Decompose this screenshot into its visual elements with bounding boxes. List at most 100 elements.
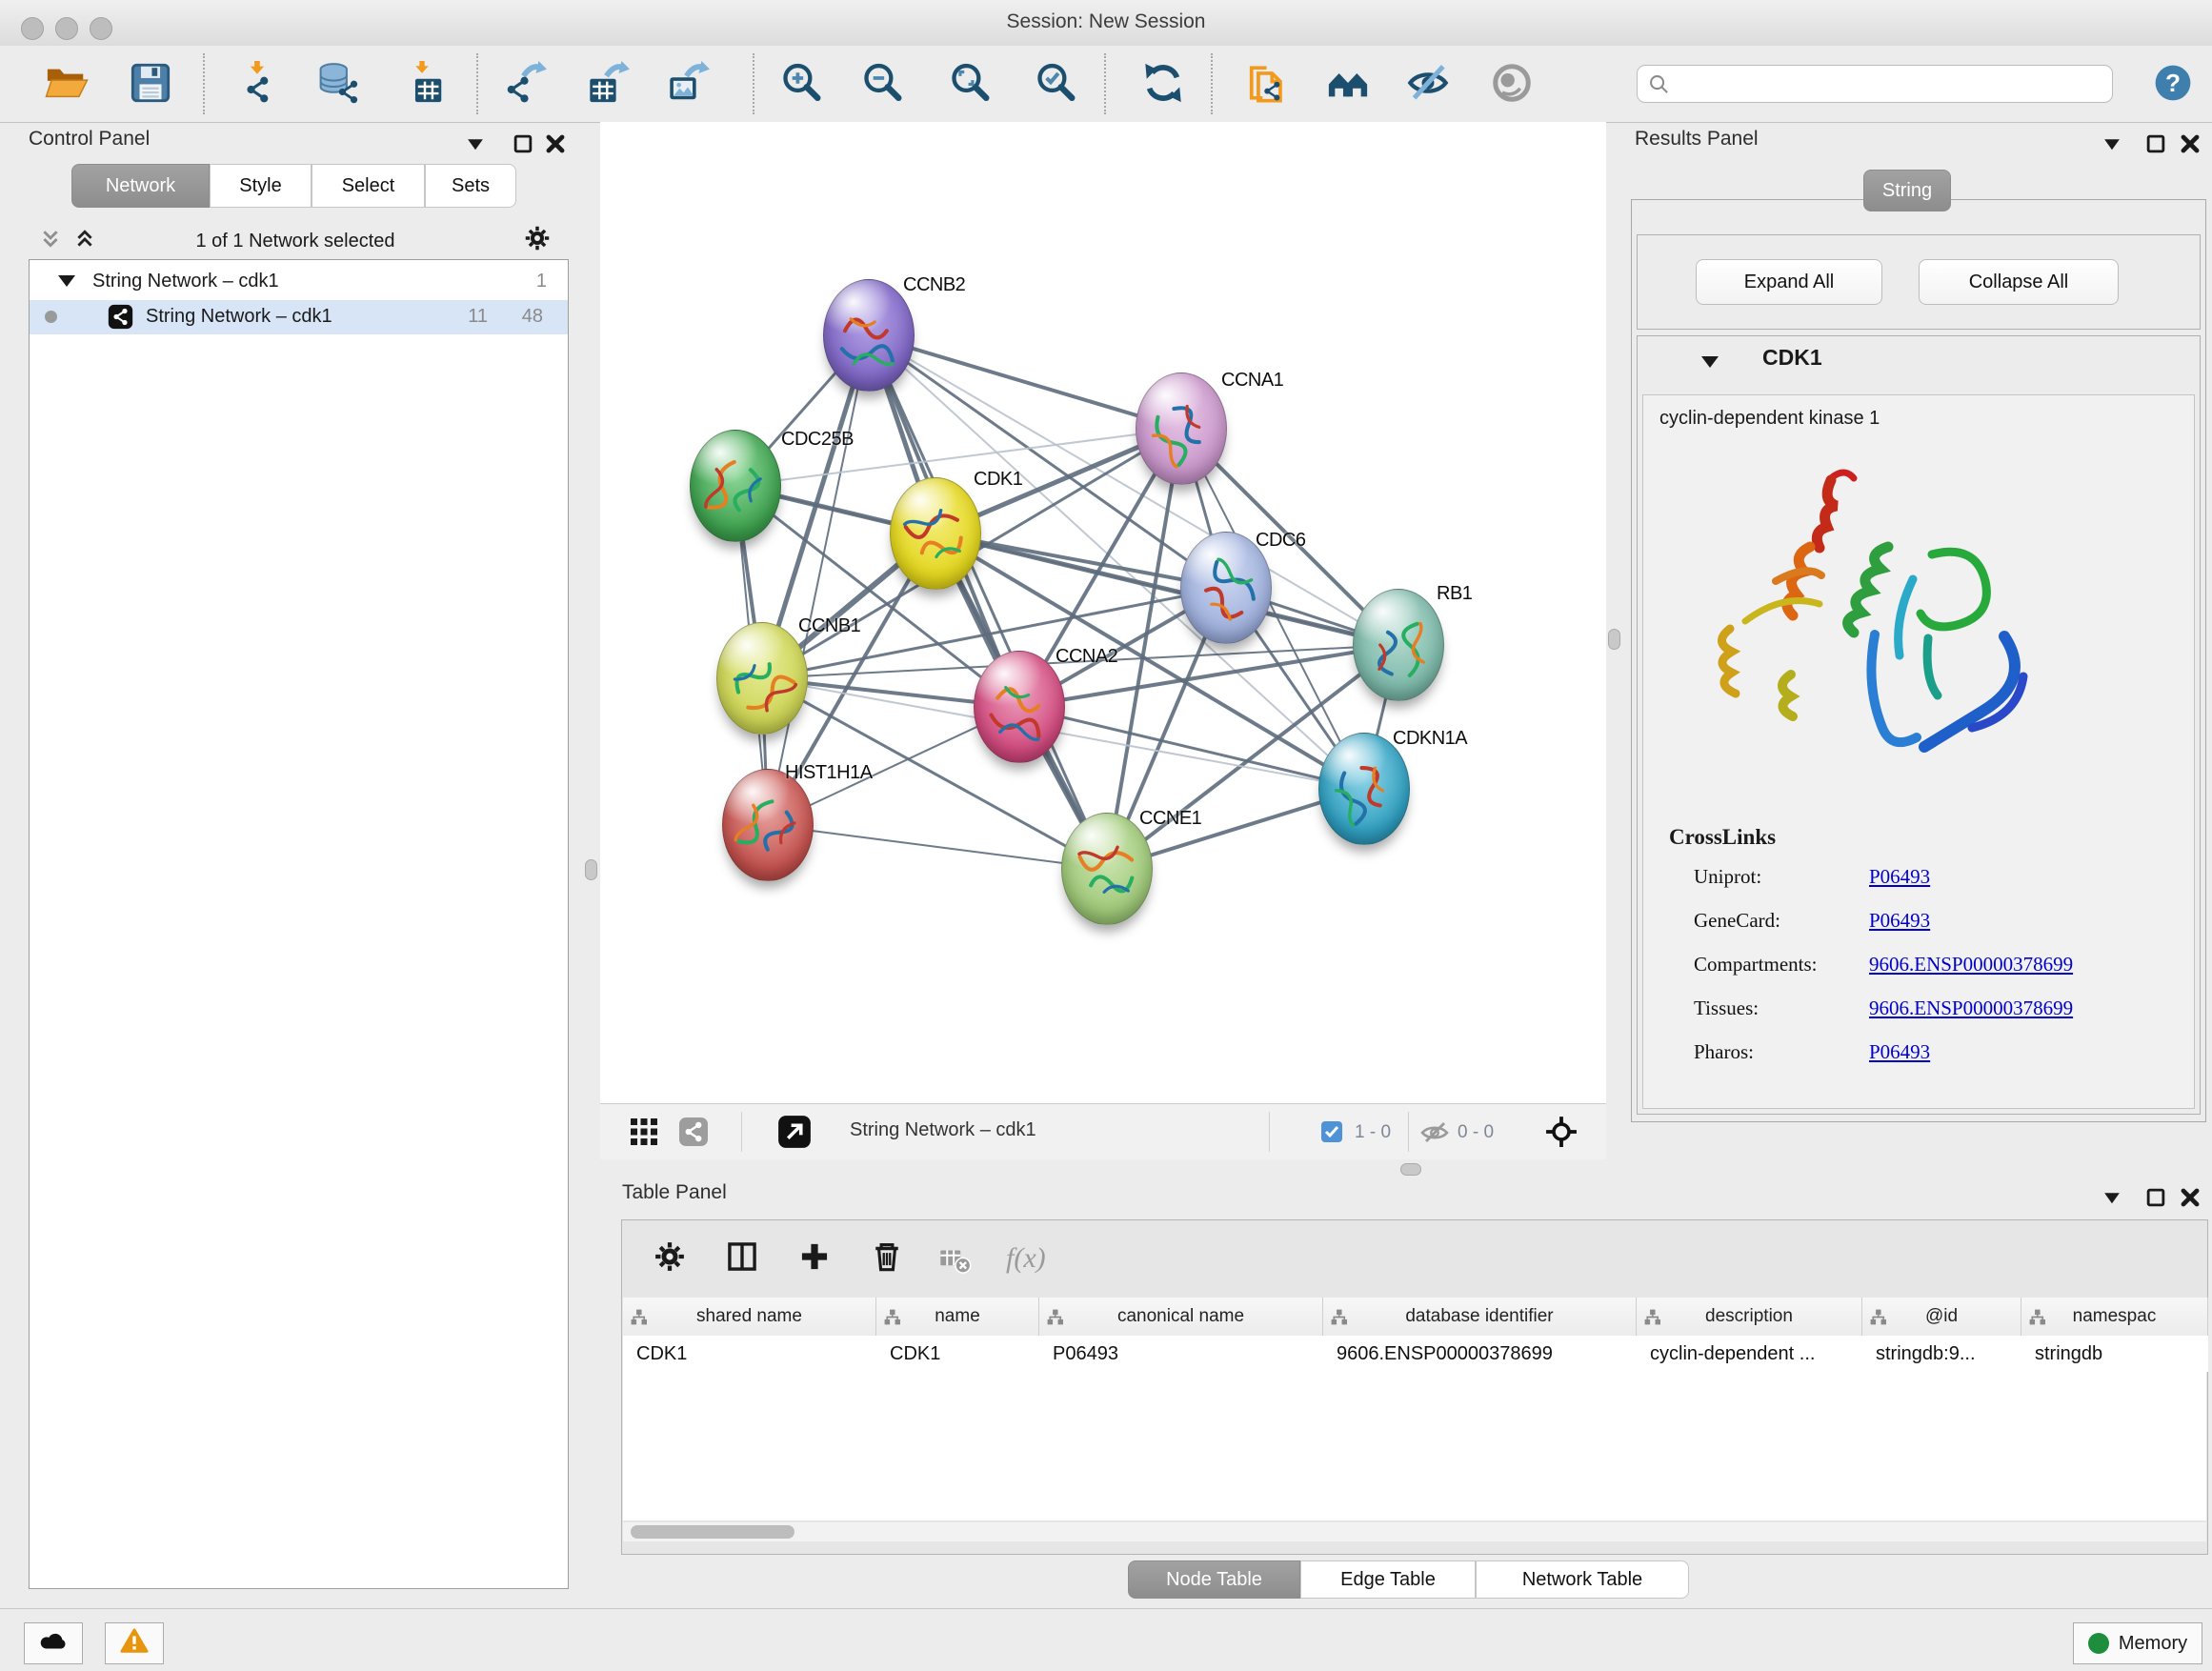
expand-all-networks-icon[interactable]: [74, 229, 95, 250]
export-image-icon[interactable]: [666, 61, 710, 105]
network-node-CDC25B[interactable]: [690, 430, 781, 542]
column-header-canonical-name[interactable]: canonical name: [1039, 1298, 1323, 1336]
results-panel-close-icon[interactable]: [2180, 133, 2201, 154]
crosslink-link[interactable]: 9606.ENSP00000378699: [1869, 953, 2073, 976]
bottom-splitter-handle[interactable]: [1400, 1163, 1421, 1176]
scrollbar-thumb[interactable]: [631, 1525, 794, 1539]
table-cell[interactable]: stringdb: [2021, 1336, 2208, 1372]
column-header-shared-name[interactable]: shared name: [623, 1298, 876, 1336]
crosslink-label: Pharos:: [1694, 1040, 1754, 1064]
memory-button[interactable]: Memory: [2073, 1622, 2202, 1664]
warning-status-button[interactable]: [105, 1622, 164, 1664]
create-column-icon[interactable]: [798, 1240, 831, 1273]
table-cell[interactable]: 9606.ENSP00000378699: [1323, 1336, 1637, 1372]
crosslink-link[interactable]: P06493: [1869, 1040, 1930, 1064]
network-node-CDK1[interactable]: [890, 477, 981, 590]
tab-edge-table[interactable]: Edge Table: [1300, 1560, 1476, 1599]
tab-network-table[interactable]: Network Table: [1476, 1560, 1689, 1599]
table-panel-float-icon[interactable]: [2145, 1187, 2166, 1208]
column-header--id[interactable]: @id: [1862, 1298, 2021, 1336]
network-canvas[interactable]: CCNB2CCNA1CDC25BCDK1CDC6RB1CCNB1CCNA2CDK…: [600, 122, 1606, 1103]
tab-style[interactable]: Style: [210, 164, 312, 208]
delete-column-icon[interactable]: [871, 1240, 903, 1273]
results-panel-menu-icon[interactable]: [2101, 133, 2122, 154]
table-row[interactable]: CDK1CDK1P064939606.ENSP00000378699cyclin…: [623, 1336, 2208, 1372]
table-cell[interactable]: P06493: [1039, 1336, 1323, 1372]
string-view-icon[interactable]: [678, 1117, 709, 1147]
network-tree-root-row[interactable]: String Network – cdk1 1: [30, 266, 568, 300]
export-network-icon[interactable]: [503, 61, 547, 105]
network-node-CCNA2[interactable]: [974, 651, 1065, 763]
import-network-database-icon[interactable]: [317, 61, 361, 105]
search-field[interactable]: [1637, 65, 2113, 103]
cloud-status-button[interactable]: [24, 1622, 83, 1664]
crosslink-link[interactable]: P06493: [1869, 865, 1930, 889]
network-options-gear-icon[interactable]: [524, 225, 551, 252]
expand-all-button[interactable]: Expand All: [1696, 259, 1882, 305]
column-header-database-identifier[interactable]: database identifier: [1323, 1298, 1637, 1336]
export-table-icon[interactable]: [586, 61, 630, 105]
table-cell[interactable]: CDK1: [876, 1336, 1039, 1372]
results-panel-float-icon[interactable]: [2145, 133, 2166, 154]
birdseye-view-icon[interactable]: [777, 1115, 812, 1149]
selected-nodes-checkbox[interactable]: [1320, 1120, 1343, 1143]
network-tree-row-selected[interactable]: String Network – cdk1 11 48: [30, 300, 568, 334]
disclosure-triangle-icon[interactable]: [58, 275, 75, 287]
collapse-all-networks-icon[interactable]: [40, 229, 61, 250]
column-header-namespac[interactable]: namespac: [2021, 1298, 2208, 1336]
table-panel-menu-icon[interactable]: [2101, 1187, 2122, 1208]
tab-sets[interactable]: Sets: [425, 164, 516, 208]
right-splitter-handle[interactable]: [1608, 629, 1620, 650]
refresh-layout-icon[interactable]: [1141, 61, 1185, 105]
network-node-CCNA1[interactable]: [1136, 372, 1227, 485]
column-header-name[interactable]: name: [876, 1298, 1039, 1336]
network-node-HIST1H1A[interactable]: [722, 769, 814, 881]
table-options-gear-icon[interactable]: [654, 1240, 686, 1273]
gene-disclosure-triangle-icon[interactable]: [1701, 356, 1719, 368]
column-header-description[interactable]: description: [1637, 1298, 1862, 1336]
help-icon[interactable]: ?: [2153, 63, 2193, 103]
network-node-RB1[interactable]: [1353, 589, 1444, 701]
search-input[interactable]: [1679, 69, 2102, 99]
network-node-CCNB2[interactable]: [823, 279, 915, 392]
tab-select[interactable]: Select: [312, 164, 425, 208]
network-node-CCNB1[interactable]: [716, 622, 808, 735]
hidden-elements-icon[interactable]: [1419, 1117, 1450, 1148]
import-table-icon[interactable]: [403, 61, 447, 105]
first-neighbors-icon[interactable]: [1326, 61, 1370, 105]
crosslink-link[interactable]: 9606.ENSP00000378699: [1869, 997, 2073, 1020]
cloud-icon: [39, 1627, 68, 1661]
delete-table-icon[interactable]: [939, 1244, 972, 1277]
zoom-selected-icon[interactable]: [1034, 61, 1077, 105]
tab-network[interactable]: Network: [71, 164, 210, 208]
crosslink-link[interactable]: P06493: [1869, 909, 1930, 933]
control-panel-float-icon[interactable]: [513, 133, 533, 154]
import-network-file-icon[interactable]: [237, 61, 281, 105]
tab-string[interactable]: String: [1863, 170, 1951, 211]
fit-selection-crosshair-icon[interactable]: [1545, 1116, 1578, 1148]
function-builder-icon[interactable]: f(x): [1006, 1242, 1046, 1275]
control-panel-menu-icon[interactable]: [465, 133, 486, 154]
table-cell[interactable]: cyclin-dependent ...: [1637, 1336, 1862, 1372]
table-cell[interactable]: CDK1: [623, 1336, 876, 1372]
show-columns-icon[interactable]: [726, 1240, 758, 1273]
protein-structure-icon: [891, 478, 980, 589]
save-session-icon[interactable]: [129, 61, 172, 105]
protein-structure-icon: [1136, 373, 1226, 484]
new-network-selection-icon[interactable]: [1246, 61, 1290, 105]
zoom-fit-icon[interactable]: [948, 61, 992, 105]
grid-view-icon[interactable]: [629, 1117, 659, 1147]
control-panel-close-icon[interactable]: [545, 133, 566, 154]
overview-eye-icon[interactable]: [1490, 61, 1534, 105]
open-file-icon[interactable]: [45, 61, 89, 105]
collapse-all-button[interactable]: Collapse All: [1919, 259, 2119, 305]
zoom-in-icon[interactable]: [779, 61, 823, 105]
left-splitter-handle[interactable]: [585, 859, 597, 880]
show-hide-graphics-icon[interactable]: [1406, 61, 1450, 105]
tab-node-table[interactable]: Node Table: [1128, 1560, 1300, 1599]
table-panel-close-icon[interactable]: [2180, 1187, 2201, 1208]
table-horizontal-scrollbar[interactable]: [623, 1522, 2206, 1541]
main-toolbar: ?: [0, 46, 2212, 123]
zoom-out-icon[interactable]: [860, 61, 904, 105]
table-cell[interactable]: stringdb:9...: [1862, 1336, 2021, 1372]
